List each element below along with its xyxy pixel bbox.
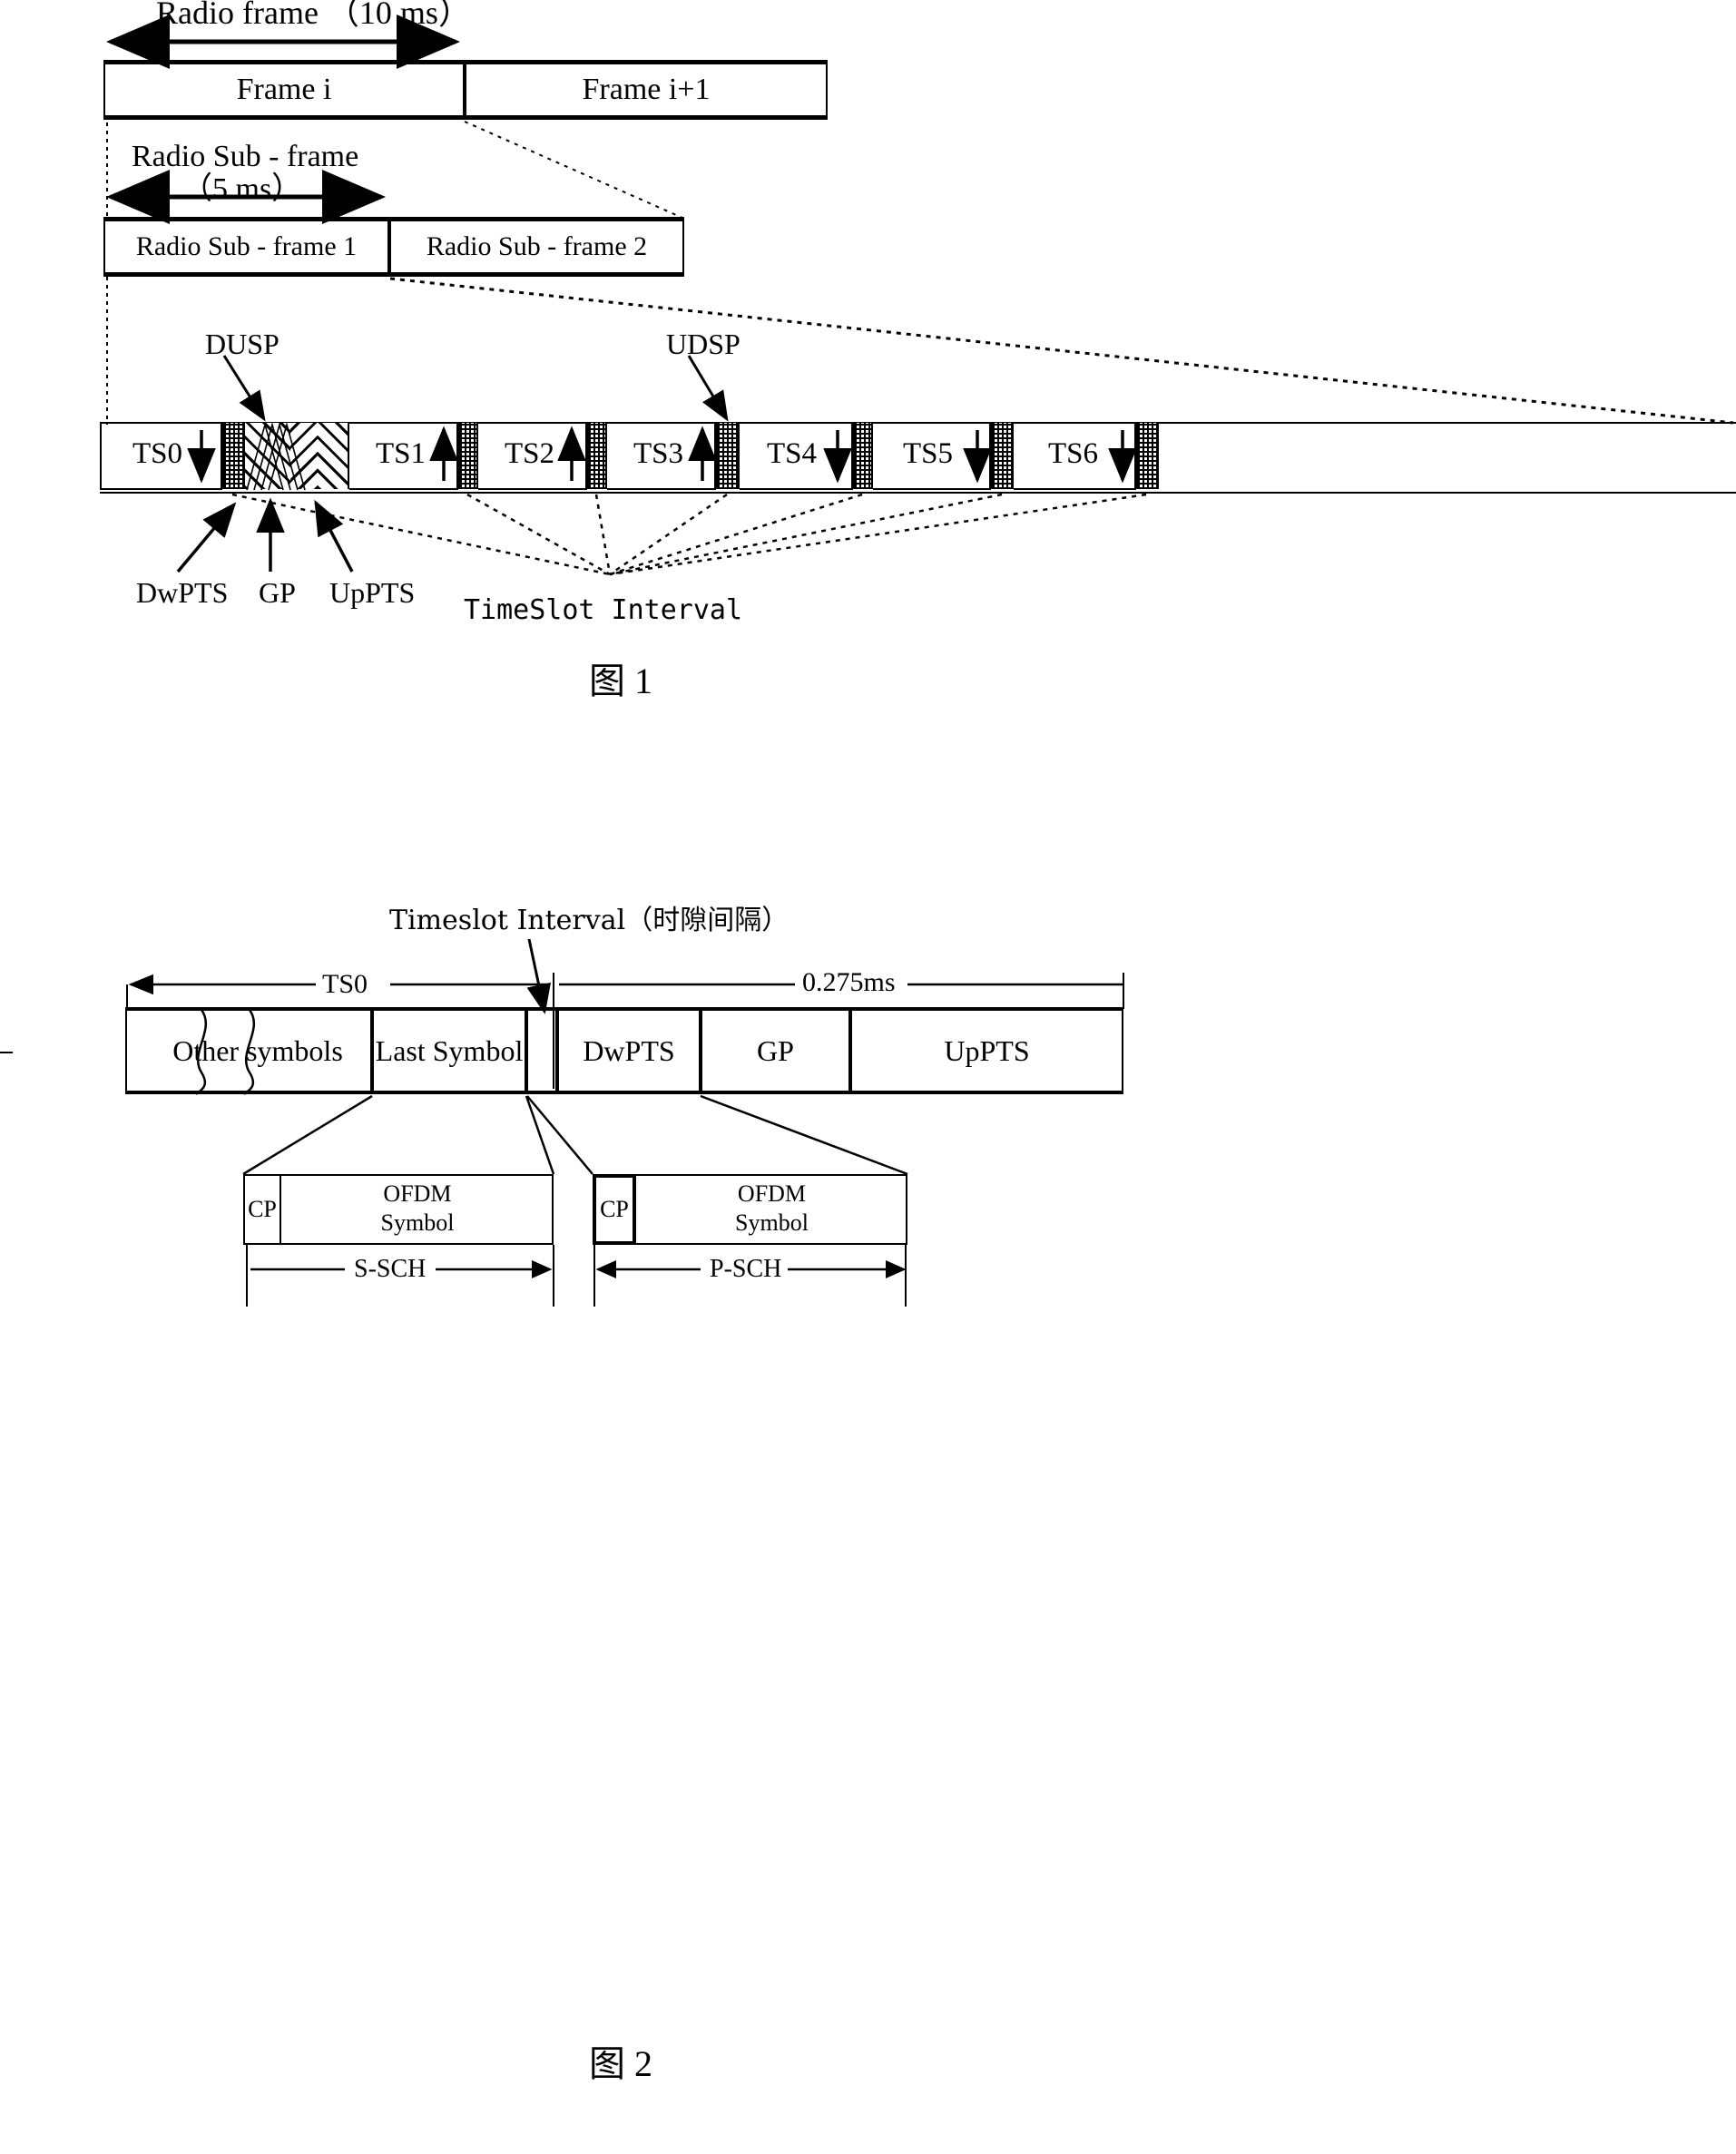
- uppts-label: UpPTS: [329, 576, 416, 609]
- detail-left-cp-label: CP: [248, 1196, 277, 1222]
- dusp-label: DUSP: [205, 328, 280, 360]
- figure2-label-other-symbols: Other symbols: [172, 1033, 343, 1067]
- timeslot-label-ts6: TS6: [1048, 437, 1099, 470]
- figure2-caption: 图 2: [589, 2043, 652, 2084]
- udsp-label: UDSP: [666, 328, 740, 360]
- figure2-label-gp: GP: [757, 1033, 794, 1067]
- detail-left-channel-label: S-SCH: [354, 1255, 427, 1283]
- timeslot-label-ts4: TS4: [767, 437, 818, 470]
- timeslot-interval-block-3: [716, 423, 740, 489]
- frame-label-i: Frame i: [236, 73, 332, 106]
- figure1-caption: 图 1: [589, 661, 652, 701]
- timeslot-interval-block-4: [853, 423, 873, 489]
- timeslot-label-ts0: TS0: [132, 437, 183, 470]
- detail-right-symbol-label-line1: OFDM: [737, 1180, 807, 1207]
- figure2-label-dwpts: DwPTS: [583, 1033, 675, 1067]
- timeslot-label-ts2: TS2: [505, 437, 555, 470]
- figure2-title-annotation: Timeslot Interval（时隙间隔）: [389, 905, 790, 936]
- timeslot-interval-block-1: [458, 423, 478, 489]
- figure2-measure-right-label: 0.275ms: [802, 967, 896, 997]
- detail-left-symbol-label-line1: OFDM: [383, 1180, 452, 1207]
- gp-block: [290, 423, 318, 489]
- timeslot-label-ts1: TS1: [376, 437, 427, 470]
- radio-subframe-label-line2: （5 ms）: [181, 172, 303, 206]
- detail-right-symbol-label-line2: Symbol: [735, 1209, 809, 1236]
- detail-left-symbol-label-line2: Symbol: [380, 1209, 455, 1236]
- timeslot-interval-block-0: [222, 423, 245, 489]
- radio-subframe-label-line1: Radio Sub - frame: [132, 140, 359, 173]
- dwpts-block: [245, 423, 290, 489]
- figure2-label-last-symbol: Last Symbol: [375, 1033, 524, 1067]
- frame-label-i1: Frame i+1: [582, 73, 711, 106]
- figure2-block-timeslot-interval: [526, 1007, 557, 1094]
- timeslot-interval-block-6: [1136, 423, 1159, 489]
- dwpts-label: DwPTS: [136, 576, 229, 609]
- timeslot-interval-block-5: [991, 423, 1014, 489]
- figure2-label-uppts: UpPTS: [944, 1033, 1030, 1067]
- timeslot-label-ts3: TS3: [633, 437, 684, 470]
- subframe-label-1: Radio Sub - frame 1: [135, 231, 358, 261]
- detail-right-cp-label: CP: [600, 1196, 629, 1222]
- timeslot-label-ts5: TS5: [903, 437, 954, 470]
- radio-frame-label: Radio frame （10 ms）: [156, 0, 471, 31]
- timeslot-interval-block-2: [587, 423, 607, 489]
- figure2-measure-left-label: TS0: [322, 969, 368, 999]
- subframe-label-2: Radio Sub - frame 2: [426, 231, 648, 261]
- timeslot-interval-label: TimeSlot Interval: [464, 594, 743, 626]
- uppts-block: [318, 423, 349, 489]
- gp-label: GP: [259, 576, 296, 609]
- detail-right-channel-label: P-SCH: [710, 1255, 782, 1283]
